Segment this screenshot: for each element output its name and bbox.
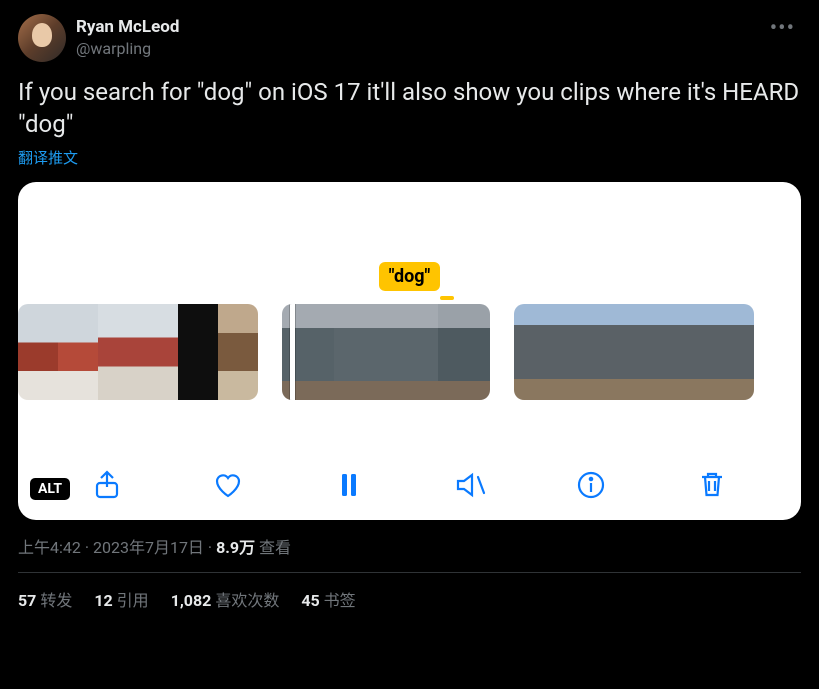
retweets-label: 转发 [40, 591, 72, 610]
timeline-frame [514, 304, 554, 400]
likes-label: 喜欢次数 [215, 591, 279, 610]
timeline-frame [634, 304, 674, 400]
quotes-stat[interactable]: 12 引用 [94, 587, 148, 611]
tweet-stats: 57 转发 12 引用 1,082 喜欢次数 45 书签 [18, 573, 801, 621]
timeline-frame [334, 304, 386, 400]
avatar[interactable] [18, 14, 66, 62]
alt-badge[interactable]: ALT [30, 478, 70, 500]
info-icon[interactable] [574, 468, 608, 502]
share-icon[interactable] [90, 468, 124, 502]
timeline-frame [714, 304, 754, 400]
views-count[interactable]: 8.9万 [216, 538, 255, 557]
mute-icon[interactable] [453, 468, 487, 502]
timeline-frame [58, 304, 98, 400]
retweets-stat[interactable]: 57 转发 [18, 587, 72, 611]
timeline-frame [386, 304, 438, 400]
clip-group-3[interactable] [514, 304, 754, 400]
retweets-count: 57 [18, 591, 36, 610]
search-tag: "dog" [379, 262, 441, 291]
tag-marker [440, 296, 454, 300]
timeline-frame [178, 304, 218, 400]
display-name[interactable]: Ryan McLeod [76, 17, 179, 38]
video-timeline[interactable] [18, 304, 801, 400]
timeline-frame [554, 304, 594, 400]
bookmarks-label: 书签 [324, 591, 356, 610]
tweet-date[interactable]: 2023年7月17日 [93, 538, 204, 557]
tweet-meta: 上午4:42 · 2023年7月17日 · 8.9万 查看 [18, 534, 801, 558]
media-toolbar [18, 468, 801, 502]
timeline-frame [594, 304, 634, 400]
tweet-container: Ryan McLeod @warpling ••• If you search … [0, 0, 819, 621]
bookmarks-count: 45 [301, 591, 319, 610]
pause-icon[interactable] [332, 468, 366, 502]
tweet-text: If you search for "dog" on iOS 17 it'll … [18, 76, 801, 141]
tweet-header: Ryan McLeod @warpling ••• [18, 14, 801, 62]
likes-stat[interactable]: 1,082 喜欢次数 [171, 587, 280, 611]
clip-group-2[interactable] [282, 304, 490, 400]
playhead[interactable] [290, 304, 295, 400]
translate-link[interactable]: 翻译推文 [18, 147, 801, 168]
clip-group-1[interactable] [18, 304, 258, 400]
media-card[interactable]: "dog" [18, 182, 801, 520]
timeline-frame [218, 304, 258, 400]
heart-icon[interactable] [211, 468, 245, 502]
timeline-frame [98, 304, 138, 400]
views-label: 查看 [259, 538, 291, 557]
user-block[interactable]: Ryan McLeod @warpling [18, 14, 179, 62]
user-handle[interactable]: @warpling [76, 39, 179, 59]
search-tag-row: "dog" [18, 262, 801, 291]
quotes-label: 引用 [117, 591, 149, 610]
more-icon[interactable]: ••• [764, 14, 801, 43]
user-names: Ryan McLeod @warpling [76, 17, 179, 58]
timeline-frame [138, 304, 178, 400]
timeline-frame [438, 304, 490, 400]
bookmarks-stat[interactable]: 45 书签 [301, 587, 355, 611]
timeline-frame [18, 304, 58, 400]
quotes-count: 12 [94, 591, 112, 610]
likes-count: 1,082 [171, 591, 212, 610]
timeline-frame [674, 304, 714, 400]
tweet-time[interactable]: 上午4:42 [18, 538, 81, 557]
trash-icon[interactable] [695, 468, 729, 502]
alt-badge-wrap[interactable]: ALT [30, 478, 70, 500]
